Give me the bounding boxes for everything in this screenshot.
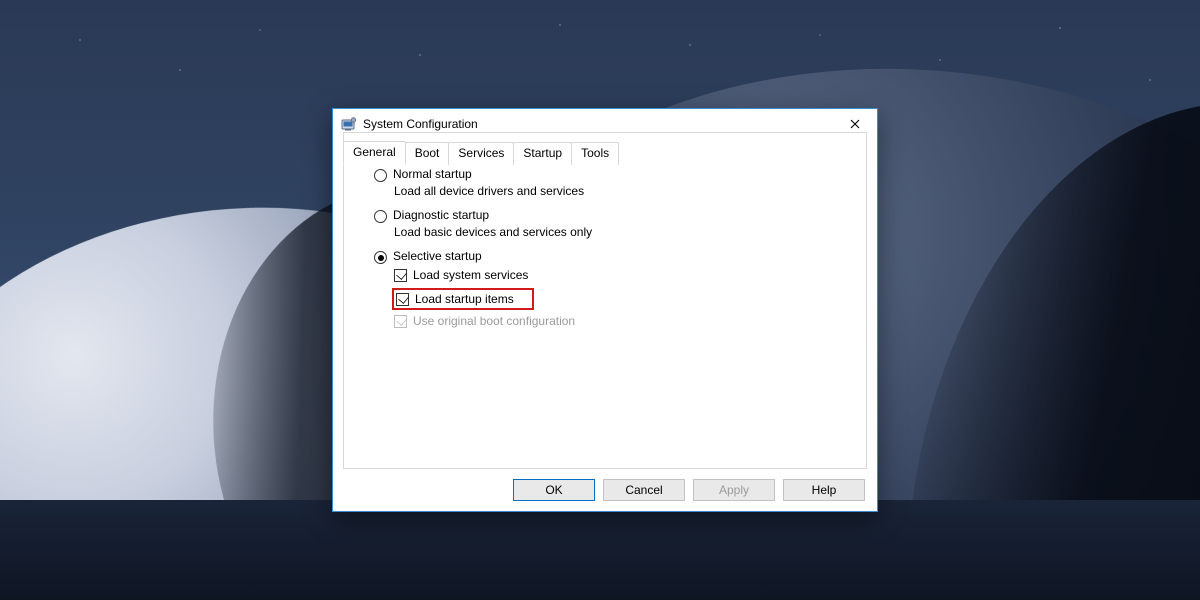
ok-button[interactable]: OK bbox=[513, 479, 595, 501]
apply-button[interactable]: Apply bbox=[693, 479, 775, 501]
radio-normal-startup[interactable] bbox=[374, 169, 387, 182]
option-diagnostic-startup[interactable]: Diagnostic startup bbox=[374, 208, 850, 223]
tab-services[interactable]: Services bbox=[448, 142, 514, 165]
desktop-wallpaper: System Configuration General Boot Servic… bbox=[0, 0, 1200, 600]
option-normal-startup[interactable]: Normal startup bbox=[374, 167, 850, 182]
checkbox-original-boot-config bbox=[394, 315, 407, 328]
window-title: System Configuration bbox=[363, 117, 835, 131]
desc-diagnostic-startup: Load basic devices and services only bbox=[394, 225, 850, 239]
label-load-startup-items[interactable]: Load startup items bbox=[415, 292, 514, 306]
msconfig-icon bbox=[341, 116, 357, 132]
checkbox-load-system-services[interactable] bbox=[394, 269, 407, 282]
tab-tools[interactable]: Tools bbox=[571, 142, 619, 165]
radio-diagnostic-startup[interactable] bbox=[374, 210, 387, 223]
label-selective-startup[interactable]: Selective startup bbox=[393, 249, 482, 263]
cancel-button[interactable]: Cancel bbox=[603, 479, 685, 501]
label-load-system-services[interactable]: Load system services bbox=[413, 268, 528, 282]
checkbox-load-startup-items[interactable] bbox=[396, 293, 409, 306]
checkbox-row-original-boot-config: Use original boot configuration bbox=[394, 314, 850, 328]
label-diagnostic-startup[interactable]: Diagnostic startup bbox=[393, 208, 489, 222]
tab-panel-general: Startup selection Normal startup Load al… bbox=[343, 132, 867, 469]
tab-boot[interactable]: Boot bbox=[405, 142, 450, 165]
tab-startup[interactable]: Startup bbox=[513, 142, 572, 165]
desc-normal-startup: Load all device drivers and services bbox=[394, 184, 850, 198]
tab-general[interactable]: General bbox=[343, 141, 406, 164]
help-button[interactable]: Help bbox=[783, 479, 865, 501]
close-icon bbox=[850, 119, 860, 129]
label-original-boot-config: Use original boot configuration bbox=[413, 314, 575, 328]
dialog-button-row: OK Cancel Apply Help bbox=[513, 479, 865, 501]
label-normal-startup[interactable]: Normal startup bbox=[393, 167, 472, 181]
wallpaper-foreground bbox=[0, 500, 1200, 600]
system-configuration-dialog: System Configuration General Boot Servic… bbox=[332, 108, 878, 512]
checkbox-row-load-system-services[interactable]: Load system services bbox=[394, 268, 850, 282]
radio-selective-startup[interactable] bbox=[374, 251, 387, 264]
highlight-load-startup-items: Load startup items bbox=[392, 288, 534, 310]
option-selective-startup[interactable]: Selective startup bbox=[374, 249, 850, 264]
